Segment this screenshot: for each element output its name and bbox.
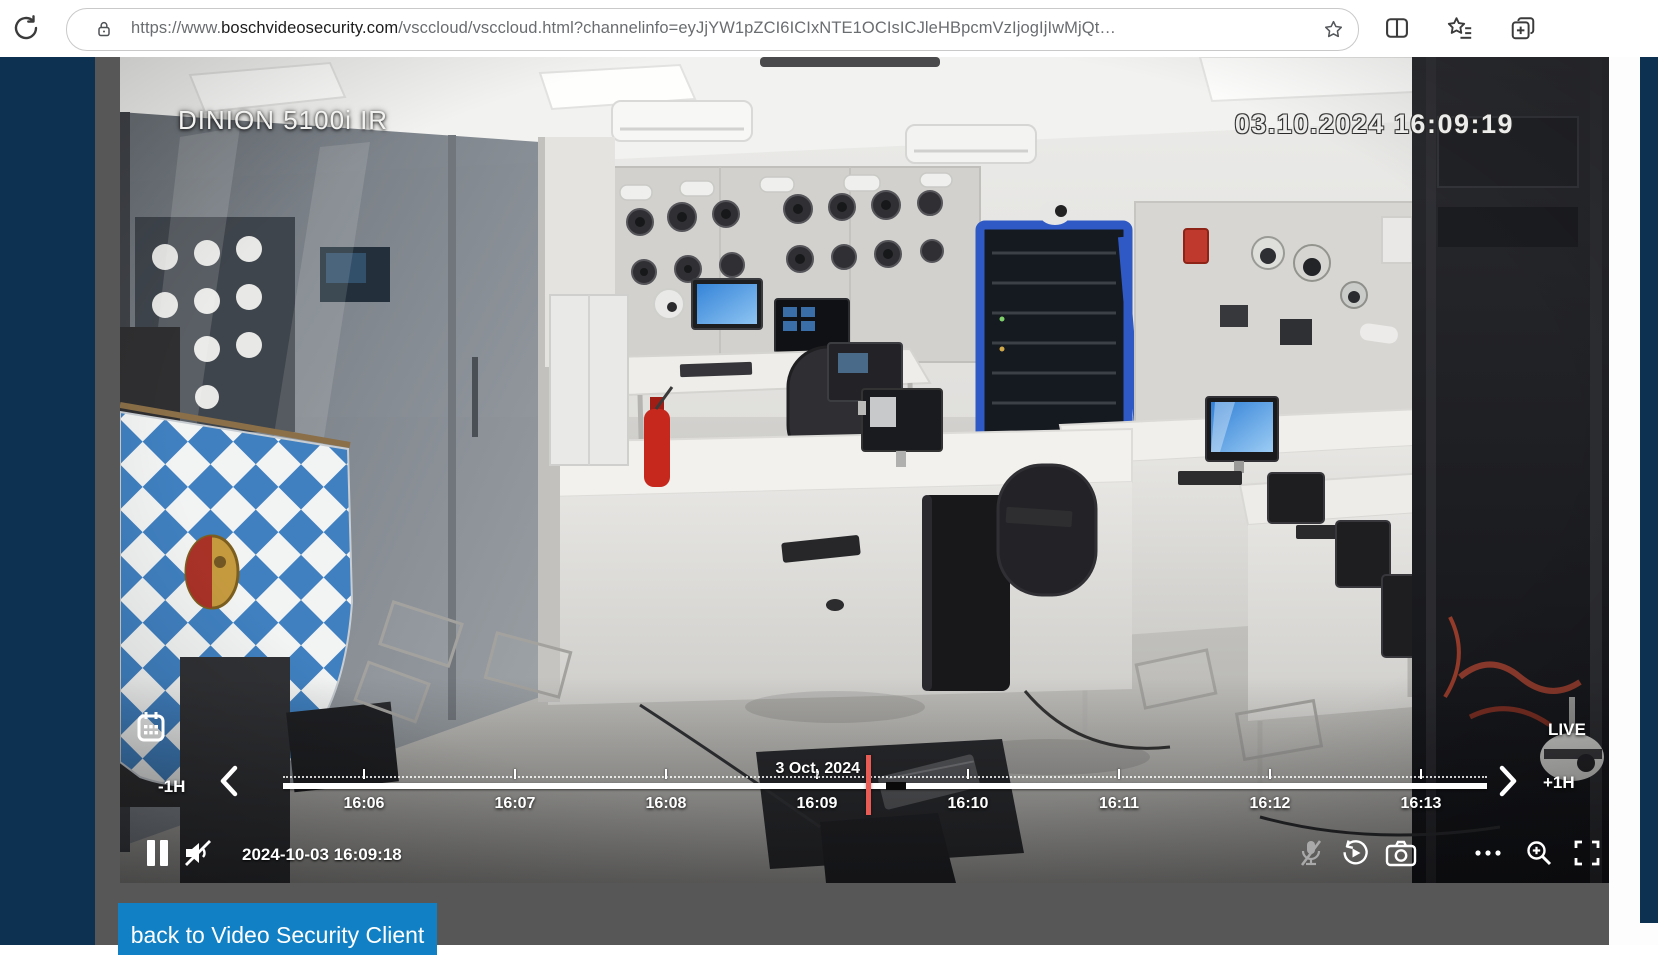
zoom-in-icon — [1527, 841, 1552, 866]
address-bar[interactable]: https://www.boschvideosecurity.com/vsccl… — [66, 8, 1359, 51]
playback-history-button[interactable] — [1340, 838, 1370, 868]
timeline-scroll-left-button[interactable] — [215, 762, 245, 800]
timeline-time-label: 16:09 — [796, 795, 838, 812]
pause-icon — [147, 840, 168, 866]
snapshot-button[interactable] — [1384, 838, 1417, 868]
favorites-hub-icon — [1447, 17, 1472, 39]
timeline-tick — [1118, 769, 1120, 779]
timeline-time-label: 16:08 — [645, 795, 687, 812]
timeline-time-label: 16:10 — [947, 795, 989, 812]
timeline-time-label: 16:12 — [1249, 795, 1291, 812]
reload-icon — [14, 15, 38, 40]
calendar-icon — [137, 712, 165, 742]
collections-icon — [1511, 17, 1535, 40]
timeline-tick — [1420, 769, 1422, 779]
microphone-off-icon — [1300, 840, 1322, 866]
timeline-playhead[interactable] — [866, 755, 871, 815]
split-screen-icon — [1386, 18, 1408, 38]
reload-button[interactable] — [10, 13, 42, 45]
calendar-button[interactable] — [136, 708, 166, 746]
site-info-lock-icon[interactable] — [94, 19, 114, 44]
live-badge: LIVE — [1548, 720, 1586, 739]
timeline-date-label: 3 Oct, 2024 — [775, 760, 861, 777]
favorites-hub-button[interactable] — [1445, 14, 1475, 44]
osd-timestamp: 03.10.2024 16:09:19 — [1234, 109, 1514, 139]
right-navy-strip — [1640, 57, 1658, 923]
timeline-tick — [1269, 769, 1271, 779]
split-screen-button[interactable] — [1382, 14, 1412, 44]
mute-button[interactable] — [182, 838, 212, 868]
volume-muted-icon — [185, 840, 211, 866]
chevron-right-icon — [1499, 765, 1517, 797]
fullscreen-button[interactable] — [1572, 838, 1602, 868]
url-text: https://www.boschvideosecurity.com/vsccl… — [131, 19, 1116, 38]
timeline-time-label: 16:13 — [1400, 795, 1442, 812]
fullscreen-icon — [1574, 840, 1600, 866]
timeline-scroll-right-button[interactable] — [1492, 762, 1522, 800]
more-options-button[interactable] — [1472, 838, 1502, 868]
timeline-time-label: 16:06 — [343, 795, 385, 812]
timeline-time-label: 16:11 — [1098, 795, 1140, 812]
timeline-tick — [514, 769, 516, 779]
snapshot-camera-icon — [1385, 840, 1417, 867]
zoom-in-button[interactable] — [1524, 838, 1554, 868]
url-path: /vsccloud/vsccloud.html?channelinfo=eyJj… — [398, 19, 1116, 37]
more-options-icon — [1475, 850, 1501, 856]
collections-button[interactable] — [1508, 14, 1538, 44]
jump-forward-1h-button[interactable]: +1H — [1543, 773, 1575, 793]
chevron-left-icon — [220, 765, 238, 797]
back-to-client-button[interactable]: back to Video Security Client — [118, 903, 437, 955]
url-domain: boschvideosecurity.com — [221, 19, 399, 37]
pause-button[interactable] — [142, 838, 172, 868]
timeline-bar[interactable] — [283, 783, 1487, 789]
add-favorite-button[interactable] — [1322, 18, 1345, 44]
timeline-dotted-track — [283, 776, 1487, 778]
camera-name-label: DINION 5100i IR — [178, 105, 389, 135]
screen: { "browser": { "reload_icon": "circular-… — [0, 0, 1658, 955]
timeline-time-label: 16:07 — [494, 795, 536, 812]
timeline-tick — [967, 769, 969, 779]
playback-time-label: 2024-10-03 16:09:18 — [242, 845, 402, 864]
browser-toolbar: https://www.boschvideosecurity.com/vsccl… — [0, 0, 1658, 58]
camera-video-frame[interactable]: DINION 5100i IR 03.10.2024 16:09:19 LIVE… — [120, 57, 1609, 883]
timeline-tick — [363, 769, 365, 779]
timeline-gap-segment — [886, 782, 906, 790]
url-scheme: https://www. — [131, 19, 222, 37]
jump-back-1h-button[interactable]: -1H — [158, 777, 185, 797]
microphone-button[interactable] — [1296, 838, 1326, 868]
playback-history-icon — [1343, 840, 1368, 865]
left-navy-sidebar — [0, 57, 95, 945]
add-favorite-star-icon — [1324, 20, 1343, 38]
